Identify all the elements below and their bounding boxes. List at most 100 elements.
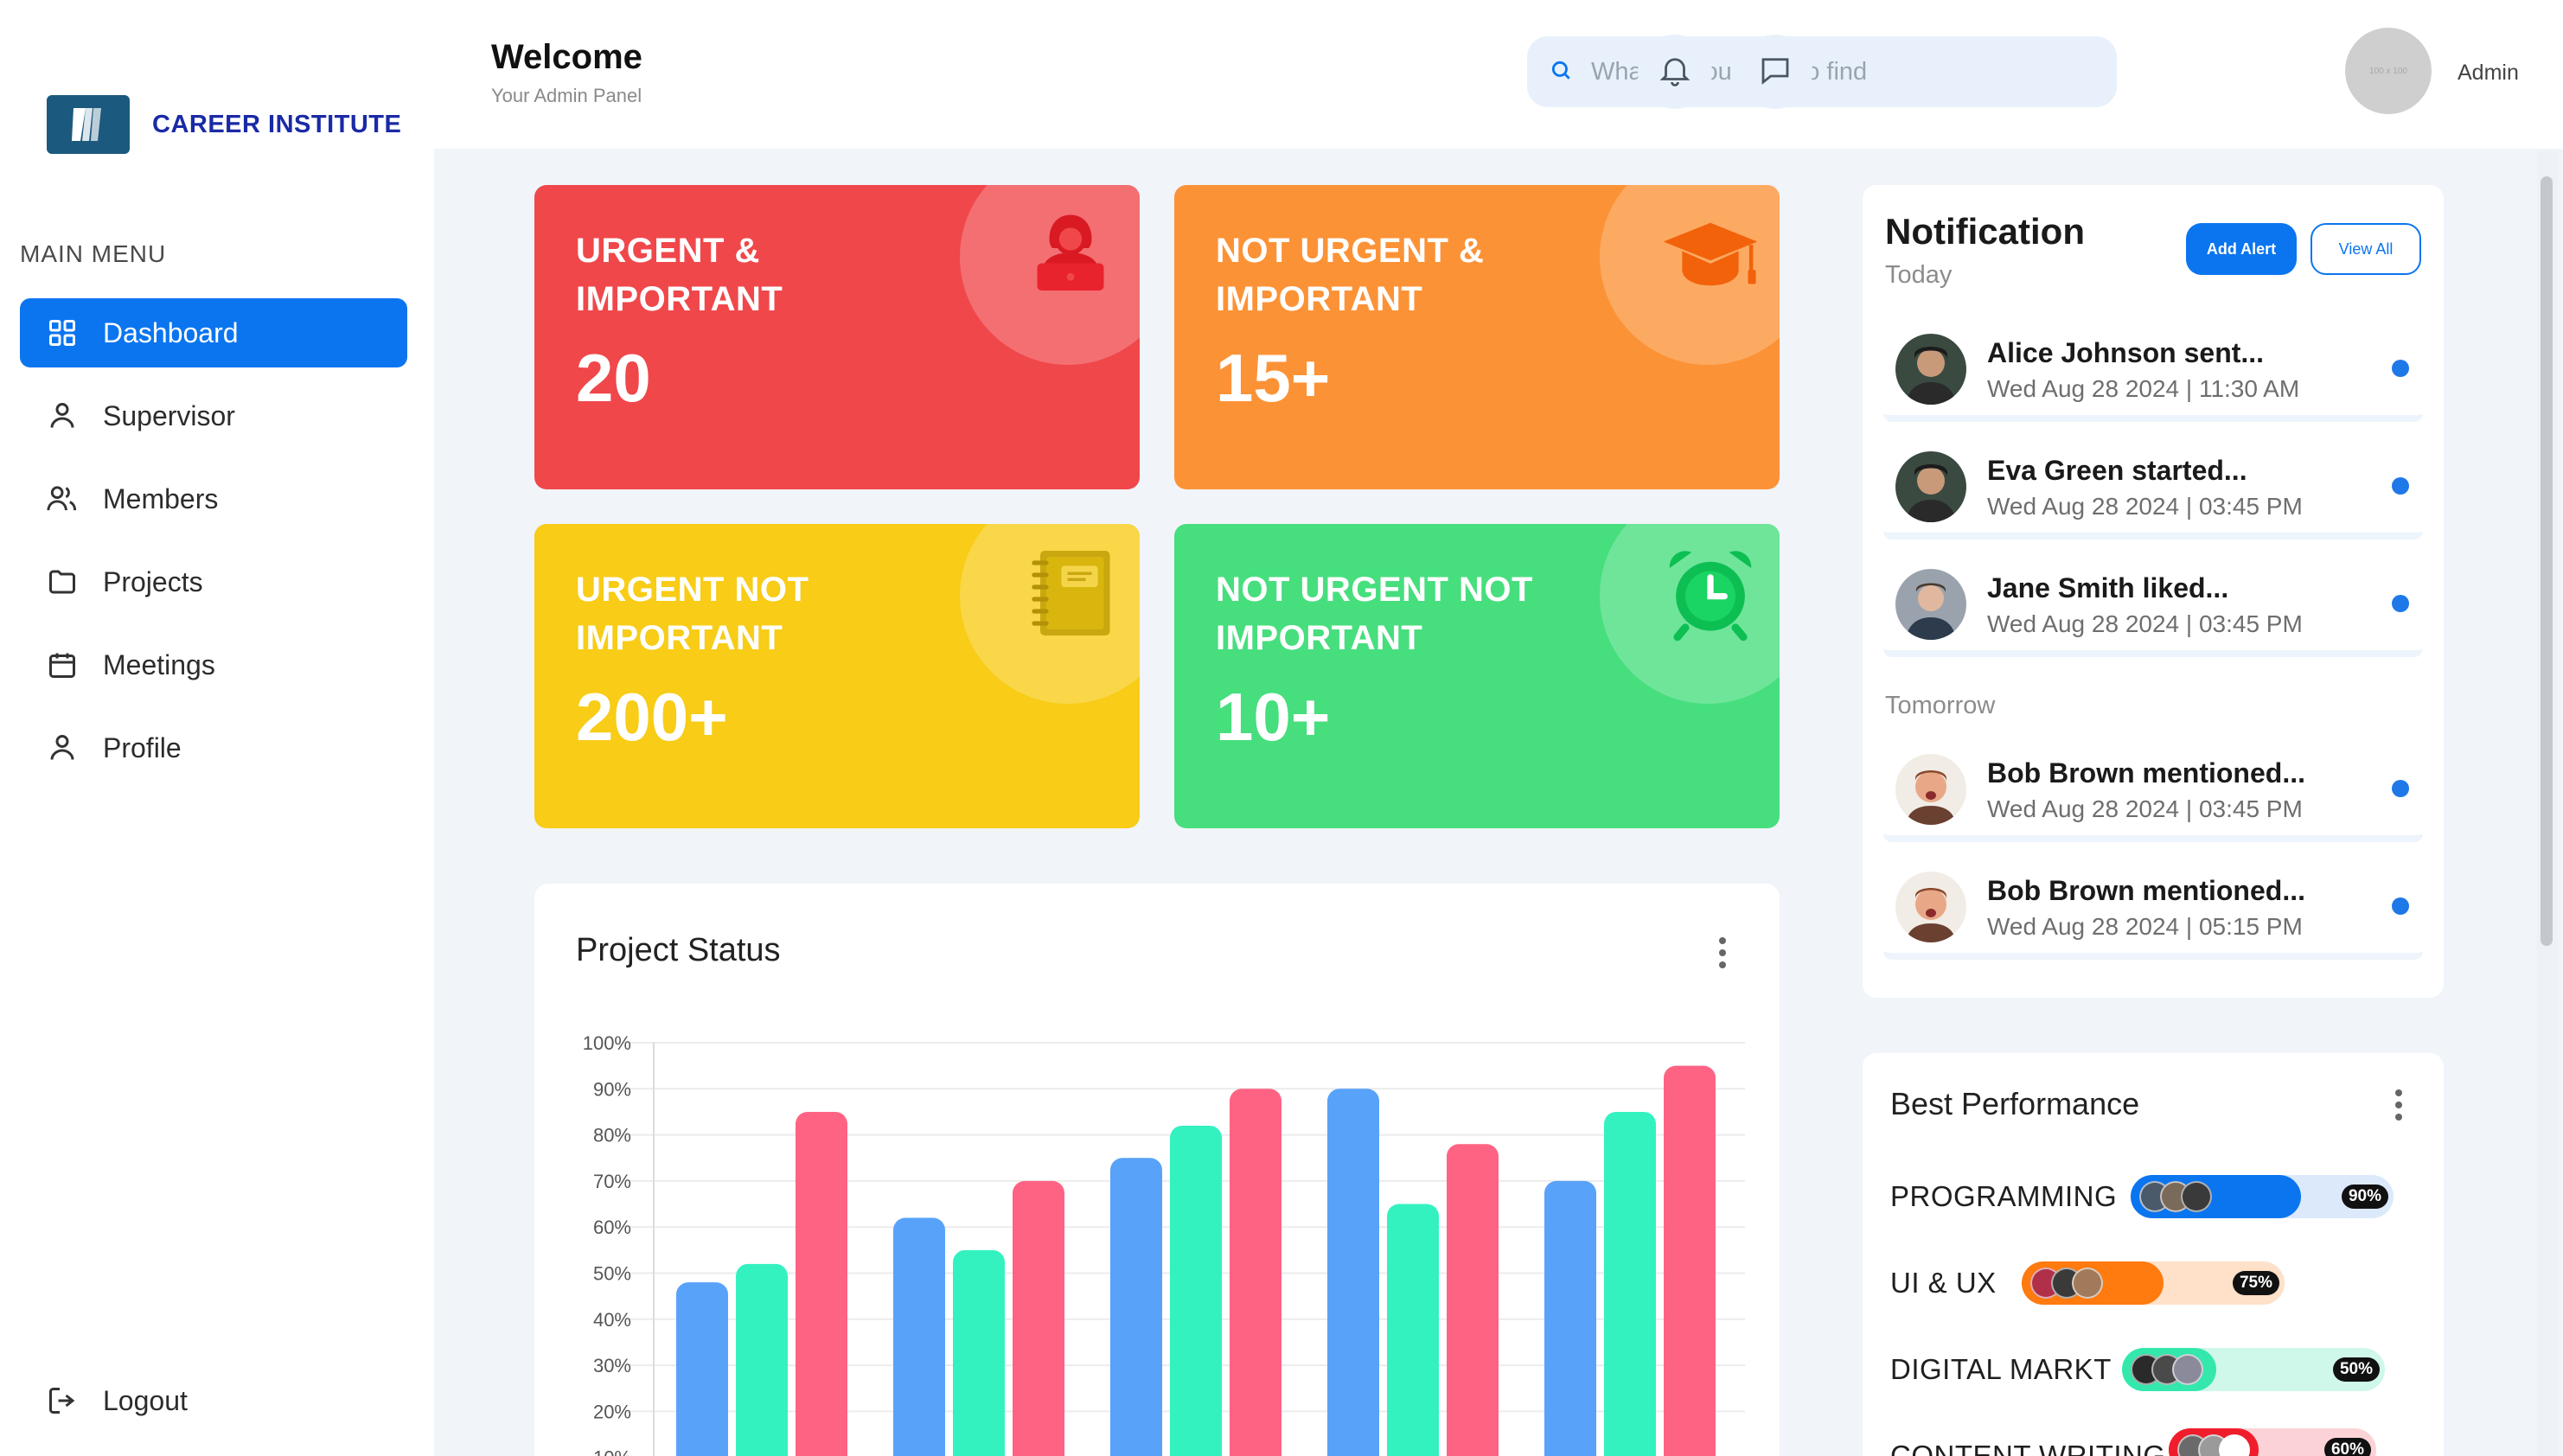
performance-bar: 90%: [2131, 1175, 2394, 1218]
sidebar-item-projects[interactable]: Projects: [20, 547, 407, 616]
sidebar-item-members[interactable]: Members: [20, 464, 407, 533]
group-label-today: Today: [1885, 261, 1953, 289]
graduation-cap-icon: [1659, 202, 1762, 306]
notification-title: Bob Brown mentioned...: [1987, 875, 2305, 906]
chart-bar[interactable]: [1170, 1125, 1222, 1456]
avatar-group: [2030, 1268, 2103, 1299]
chart-bar[interactable]: [676, 1282, 728, 1456]
sidebar-item-label: Supervisor: [103, 399, 235, 431]
chart-bar[interactable]: [1664, 1065, 1716, 1456]
chart-bar[interactable]: [893, 1217, 945, 1456]
scrollbar-thumb[interactable]: [2541, 176, 2553, 946]
y-tick-label: 50%: [593, 1263, 631, 1285]
sidebar-item-label: Profile: [103, 731, 182, 763]
performance-row: PROGRAMMING: [1890, 1174, 2117, 1219]
messages-button[interactable]: [1738, 35, 1812, 109]
stat-card-urgent-important[interactable]: URGENT & IMPORTANT 20: [534, 185, 1140, 489]
chart-bar[interactable]: [1110, 1158, 1162, 1456]
avatar: [1895, 872, 1966, 942]
notification-time: Wed Aug 28 2024 | 03:45 PM: [1987, 795, 2303, 822]
notification-title: Alice Johnson sent...: [1987, 337, 2265, 368]
y-tick-label: 70%: [593, 1171, 631, 1192]
logout-button[interactable]: Logout: [20, 1366, 407, 1435]
avatar: [1895, 451, 1966, 522]
teacher-laptop-icon: [1019, 202, 1122, 306]
card-title: NOT URGENT & IMPORTANT: [1216, 232, 1485, 318]
y-tick-label: 20%: [593, 1401, 631, 1422]
notification-item[interactable]: Eva Green started... Wed Aug 28 2024 | 0…: [1883, 436, 2423, 540]
performance-percent: 60%: [2323, 1438, 2371, 1456]
brand[interactable]: CAREER INSTITUTE: [47, 95, 401, 154]
calendar-icon: [46, 648, 79, 681]
y-tick-label: 100%: [583, 1032, 631, 1054]
performance-bar: 75%: [2022, 1261, 2285, 1305]
brand-logo-icon: [47, 95, 130, 154]
y-tick-label: 60%: [593, 1217, 631, 1238]
panel-title: Notification: [1885, 211, 2085, 252]
notification-item[interactable]: Alice Johnson sent... Wed Aug 28 2024 | …: [1883, 318, 2423, 422]
performance-label: CONTENT WRITING: [1890, 1440, 2166, 1456]
stat-card-not-urgent-not-important[interactable]: NOT URGENT NOT IMPORTANT 10+: [1174, 524, 1780, 828]
scrollbar[interactable]: [2537, 150, 2558, 1456]
avatar[interactable]: 100 x 100: [2345, 28, 2432, 114]
avatar-group: [2177, 1434, 2250, 1456]
stat-card-urgent-not-important[interactable]: URGENT NOT IMPORTANT 200+: [534, 524, 1140, 828]
performance-row: CONTENT WRITING: [1890, 1434, 2166, 1456]
notification-time: Wed Aug 28 2024 | 05:15 PM: [1987, 913, 2303, 940]
sidebar-item-supervisor[interactable]: Supervisor: [20, 381, 407, 450]
chart-bar[interactable]: [736, 1263, 788, 1456]
project-status-chart: 100% 90% 80% 70% 60% 50% 40% 30% 20% 10%: [583, 1032, 1745, 1456]
logout-label: Logout: [103, 1384, 188, 1416]
notification-title: Eva Green started...: [1987, 455, 2247, 486]
y-tick-label: 90%: [593, 1078, 631, 1100]
sidebar-item-meetings[interactable]: Meetings: [20, 630, 407, 699]
notification-button[interactable]: [1638, 35, 1712, 109]
logout-icon: [46, 1384, 79, 1417]
sidebar-item-label: Meetings: [103, 648, 215, 680]
stat-card-not-urgent-important[interactable]: NOT URGENT & IMPORTANT 15+: [1174, 185, 1780, 489]
more-vertical-icon[interactable]: [2392, 1089, 2406, 1121]
unread-indicator: [2392, 897, 2409, 915]
folder-icon: [46, 565, 79, 598]
card-value: 200+: [576, 679, 728, 755]
sidebar-item-dashboard[interactable]: Dashboard: [20, 298, 407, 367]
chart-bar[interactable]: [1013, 1180, 1064, 1456]
notification-item[interactable]: Bob Brown mentioned... Wed Aug 28 2024 |…: [1883, 856, 2423, 960]
card-title: URGENT NOT IMPORTANT: [576, 571, 809, 657]
notification-item[interactable]: Jane Smith liked... Wed Aug 28 2024 | 03…: [1883, 553, 2423, 657]
notification-time: Wed Aug 28 2024 | 03:45 PM: [1987, 610, 2303, 637]
chart-bar[interactable]: [1387, 1204, 1439, 1456]
chart-bar[interactable]: [953, 1249, 1005, 1456]
unread-indicator: [2392, 477, 2409, 495]
search-bar[interactable]: [1527, 36, 2117, 107]
performance-row: UI & UX: [1890, 1261, 1997, 1306]
chart-bar[interactable]: [1544, 1180, 1596, 1456]
notification-time: Wed Aug 28 2024 | 03:45 PM: [1987, 493, 2303, 520]
notification-item[interactable]: Bob Brown mentioned... Wed Aug 28 2024 |…: [1883, 738, 2423, 842]
user-name[interactable]: Admin: [2458, 61, 2519, 86]
sidebar-item-label: Dashboard: [103, 316, 239, 348]
view-all-button[interactable]: View All: [2311, 223, 2421, 275]
avatar: [1895, 754, 1966, 825]
user-icon: [46, 399, 79, 432]
chart-bar[interactable]: [1230, 1089, 1282, 1456]
chart-bar[interactable]: [1447, 1144, 1499, 1456]
users-icon: [46, 482, 79, 515]
performance-label: UI & UX: [1890, 1267, 1997, 1299]
project-status-panel: Project Status 100% 90% 80% 70% 60% 50% 40% 30%…: [534, 884, 1780, 1456]
y-tick-label: 40%: [593, 1309, 631, 1331]
chart-bar[interactable]: [1327, 1089, 1379, 1456]
logout-container: Logout: [20, 1366, 407, 1449]
avatar: [1895, 569, 1966, 640]
performance-label: PROGRAMMING: [1890, 1180, 2118, 1212]
chart-bar[interactable]: [796, 1111, 847, 1456]
unread-indicator: [2392, 360, 2409, 377]
chart-bar[interactable]: [1604, 1111, 1656, 1456]
notification-time: Wed Aug 28 2024 | 11:30 AM: [1987, 375, 2300, 402]
sidebar: CAREER INSTITUTE MAIN MENU Dashboard Sup…: [0, 0, 434, 1456]
performance-percent: 75%: [2232, 1271, 2279, 1295]
add-alert-button[interactable]: Add Alert: [2186, 223, 2297, 275]
group-label-tomorrow: Tomorrow: [1885, 692, 1996, 719]
bell-icon: [1657, 52, 1693, 93]
sidebar-item-profile[interactable]: Profile: [20, 713, 407, 782]
